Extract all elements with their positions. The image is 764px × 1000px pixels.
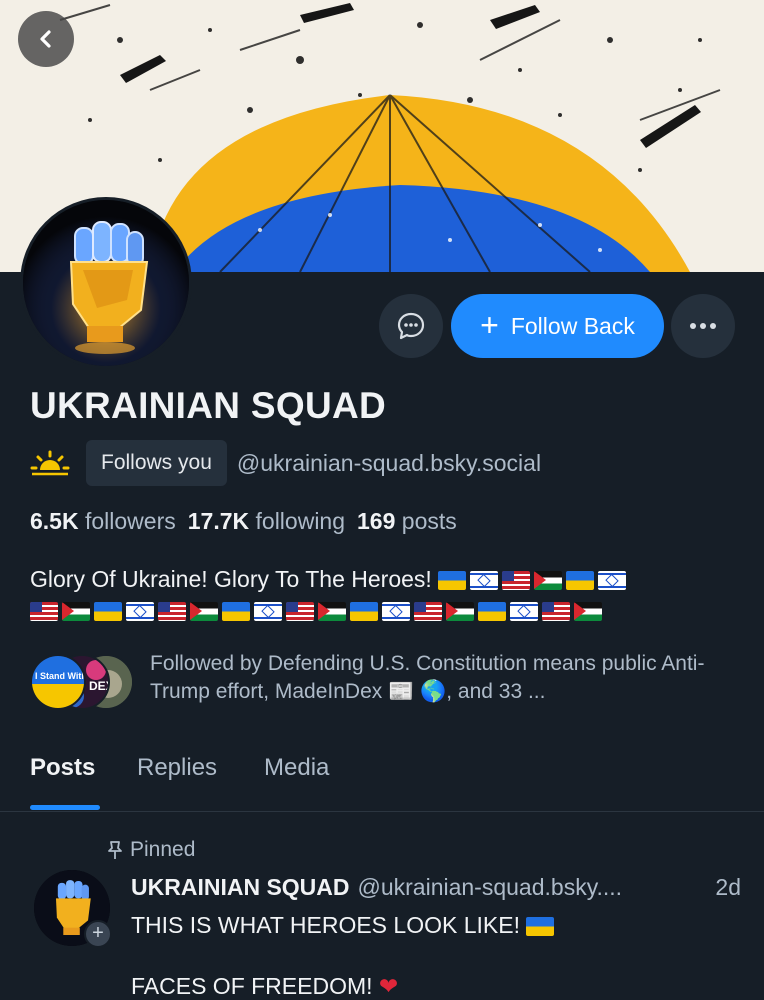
profile-page: + Follow Back UKRAINIAN SQUAD Follows yo…	[0, 0, 764, 1000]
usa-flag-icon	[30, 602, 58, 621]
posts-count: 169	[357, 508, 396, 534]
usa-flag-icon	[502, 571, 531, 590]
palestine-flag-icon	[574, 602, 602, 621]
follow-back-button[interactable]: + Follow Back	[451, 294, 664, 358]
tab-media[interactable]: Media	[264, 754, 329, 782]
profile-handle[interactable]: @ukrainian-squad.bsky.social	[237, 450, 541, 477]
red-heart-icon: ❤	[378, 973, 399, 999]
active-tab-indicator	[30, 805, 100, 810]
palestine-flag-icon	[318, 602, 346, 621]
ukraine-flag-icon	[438, 571, 467, 590]
profile-stats: 6.5K followers 17.7K following 169 posts	[30, 508, 457, 535]
bio-flags-line2	[30, 597, 606, 623]
palestine-flag-icon	[62, 602, 90, 621]
post-line1: THIS IS WHAT HEROES LOOK LIKE!	[131, 912, 520, 938]
palestine-flag-icon	[190, 602, 218, 621]
israel-flag-icon	[470, 571, 499, 590]
ukraine-flag-icon	[94, 602, 122, 621]
usa-flag-icon	[542, 602, 570, 621]
following-stat[interactable]: 17.7K following	[188, 508, 345, 535]
post-timestamp[interactable]: 2d	[715, 874, 741, 901]
followed-by[interactable]: DEX I Stand With UKRAINE Followed by Def…	[30, 650, 740, 712]
fist-icon	[23, 200, 189, 366]
israel-flag-icon	[126, 602, 154, 621]
pinned-indicator: Pinned	[106, 838, 195, 862]
palestine-flag-icon	[534, 571, 563, 590]
followers-stat[interactable]: 6.5K followers	[30, 508, 176, 535]
post-header: UKRAINIAN SQUAD @ukrainian-squad.bsky...…	[131, 874, 741, 901]
profile-avatar[interactable]	[20, 197, 192, 369]
post-author-handle[interactable]: @ukrainian-squad.bsky....	[358, 874, 623, 901]
back-button[interactable]	[18, 11, 74, 67]
usa-flag-icon	[286, 602, 314, 621]
display-name: UKRAINIAN SQUAD	[30, 385, 386, 426]
follower-avatar-ukraine: I Stand With UKRAINE	[30, 654, 86, 710]
israel-flag-icon	[254, 602, 282, 621]
message-button[interactable]	[379, 294, 443, 358]
ukraine-flag-icon	[478, 602, 506, 621]
followed-by-text: Followed by Defending U.S. Constitution …	[150, 652, 705, 703]
post-text-line1: THIS IS WHAT HEROES LOOK LIKE!	[131, 912, 558, 939]
plus-icon: +	[480, 306, 499, 343]
usa-flag-icon	[414, 602, 442, 621]
posts-stat: 169 posts	[357, 508, 457, 535]
pinned-label: Pinned	[130, 838, 196, 861]
follows-you-badge: Follows you	[86, 440, 227, 486]
post-author-name[interactable]: UKRAINIAN SQUAD	[131, 874, 350, 901]
more-options-button[interactable]	[671, 294, 735, 358]
ellipsis-icon	[690, 323, 716, 329]
chat-bubble-icon	[397, 312, 425, 340]
followed-by-avatars: DEX I Stand With UKRAINE	[30, 654, 134, 710]
usa-flag-icon	[158, 602, 186, 621]
bio-text: Glory Of Ukraine! Glory To The Heroes!	[30, 566, 432, 592]
follow-plus-icon[interactable]: +	[84, 920, 112, 948]
following-count: 17.7K	[187, 508, 250, 534]
posts-label: posts	[401, 508, 457, 534]
sunrise-icon	[30, 448, 70, 478]
ukraine-flag-icon	[526, 917, 555, 936]
israel-flag-icon	[598, 571, 627, 590]
following-label: following	[255, 508, 346, 534]
followers-count: 6.5K	[30, 508, 79, 534]
follower-avatar-dex-text: DEX	[89, 679, 110, 693]
post-author-avatar[interactable]: +	[34, 870, 112, 948]
palestine-flag-icon	[446, 602, 474, 621]
post-text-line2: FACES OF FREEDOM! ❤	[131, 973, 398, 1000]
israel-flag-icon	[382, 602, 410, 621]
bio-flags-line1	[438, 566, 630, 592]
post-line2: FACES OF FREEDOM!	[131, 973, 373, 999]
tab-posts[interactable]: Posts	[30, 754, 95, 782]
ukraine-flag-icon	[222, 602, 250, 621]
ukraine-flag-icon	[350, 602, 378, 621]
follower-avatar-ukraine-text: I Stand With UKRAINE	[35, 671, 86, 681]
tab-replies[interactable]: Replies	[137, 754, 217, 782]
ukraine-flag-icon	[566, 571, 595, 590]
followers-label: followers	[84, 508, 176, 534]
chevron-left-icon	[40, 30, 51, 48]
pin-icon	[108, 841, 122, 859]
follow-back-label: Follow Back	[510, 312, 635, 339]
profile-bio: Glory Of Ukraine! Glory To The Heroes!	[30, 564, 740, 626]
profile-tabs: Posts Replies Media	[0, 746, 764, 812]
israel-flag-icon	[510, 602, 538, 621]
handle-row: Follows you @ukrainian-squad.bsky.social	[30, 440, 541, 486]
